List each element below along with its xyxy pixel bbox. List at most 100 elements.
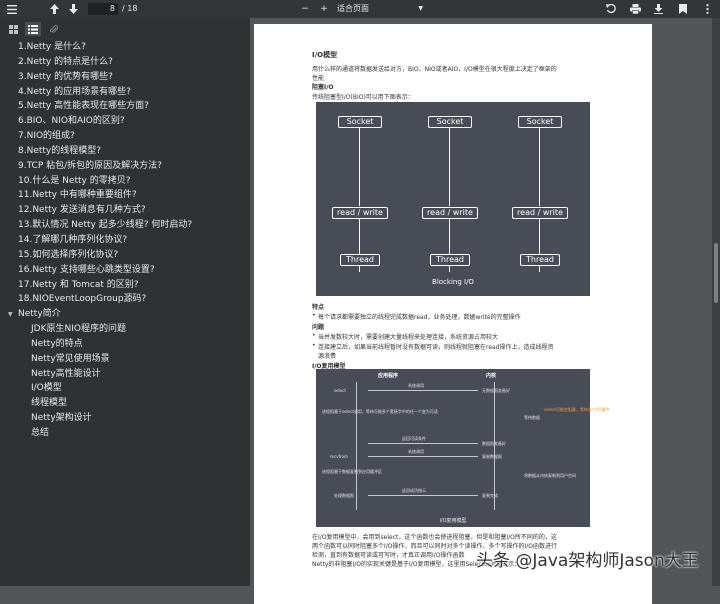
zoom-out-button[interactable]: − [298, 2, 312, 16]
sidebar: 1.Netty 是什么? 2.Netty 的特点是什么? 3.Netty 的优势… [0, 18, 250, 586]
outline-subitem[interactable]: Netty架构设计 [0, 411, 250, 426]
outline-tab-icon[interactable] [25, 22, 41, 36]
more-options-icon[interactable] [700, 2, 714, 16]
outline-item[interactable]: 6.BIO、NIO和AIO的区别? [0, 114, 250, 129]
outline-item[interactable]: 3.Netty 的优势有哪些? [0, 70, 250, 85]
outline-item-expanded[interactable]: ▼ Netty简介 [0, 307, 250, 322]
expand-triangle-icon[interactable]: ▼ [8, 308, 18, 323]
outline-item[interactable]: 5.Netty 高性能表现在哪些方面? [0, 99, 250, 114]
bullet-continuation: 源浪费 [318, 353, 337, 360]
scrollbar-thumb[interactable] [714, 243, 718, 303]
outline-item[interactable]: 1.Netty 是什么? [0, 40, 250, 55]
outline-item[interactable]: 12.Netty 发送消息有几种方式? [0, 203, 250, 218]
process-label: 处理数据报 [334, 493, 354, 498]
outline-item[interactable]: 7.NIO的组成? [0, 129, 250, 144]
diagram-caption: Blocking I/O [432, 278, 474, 286]
document-viewer[interactable]: I/O模型 用什么样的通道将数据发送给对方，BIO、NIO或者AIO，I/O模型… [250, 18, 720, 604]
document-outline: 1.Netty 是什么? 2.Netty 的特点是什么? 3.Netty 的优势… [0, 40, 250, 441]
outline-subitem[interactable]: Netty常见使用场景 [0, 352, 250, 367]
outline-item[interactable]: 2.Netty 的特点是什么? [0, 55, 250, 70]
arrow-line [368, 443, 478, 444]
diagram-caption: I/O复用模型 [439, 518, 467, 524]
highlight-note: select可能会阻塞，等待多个I/O事件 [544, 407, 610, 412]
watermark: 头条 @Java架构师Jason大王 [476, 551, 699, 571]
outline-item[interactable]: 8.Netty的线程模型? [0, 144, 250, 159]
outline-item[interactable]: 16.Netty 支持哪些心跳类型设置? [0, 263, 250, 278]
syscall-label: 系统调用 [408, 383, 424, 388]
outline-subitem[interactable]: 总结 [0, 426, 250, 441]
socket-box: Socket [428, 116, 472, 128]
block-note: 进程阻塞于数据复制到应用缓冲区 [322, 469, 382, 474]
wait-label: 等待数据 [524, 415, 540, 420]
outline-subitem[interactable]: JDK原生NIO程序的问题 [0, 322, 250, 337]
read-write-box: read / write [332, 207, 388, 219]
rotate-icon[interactable] [604, 2, 618, 16]
attachments-tab-icon[interactable] [45, 22, 61, 36]
outline-item[interactable]: 11.Netty 中有哪种重要组件? [0, 188, 250, 203]
zoom-in-button[interactable]: + [317, 2, 331, 16]
paragraph-line: 检测，直到有数据可读或可写时，才真正调用I/O操作函数 [312, 552, 465, 559]
next-page-icon[interactable] [66, 2, 80, 16]
pdf-toolbar: 8 / 18 − + 适合页面 ▼ [0, 0, 720, 18]
blocking-io-diagram: Socket Socket Socket read / write read /… [316, 102, 590, 296]
vertical-scrollbar[interactable] [712, 18, 720, 586]
menu-icon[interactable] [5, 2, 19, 16]
app-timeline [356, 382, 357, 510]
outline-item[interactable]: 17.Netty 和 Tomcat 的区别? [0, 278, 250, 293]
paragraph-line: 传统阻塞型I/O(BIO)可以用下图表示： [312, 94, 414, 101]
sidebar-tabs [0, 18, 250, 40]
kernel-column-label: 内核 [486, 373, 497, 379]
outline-item[interactable]: 13.默认情况 Netty 起多少线程? 何时启动? [0, 218, 250, 233]
subsection-heading: 特点 [312, 304, 325, 311]
outline-item-label: Netty简介 [18, 309, 61, 320]
io-multiplexing-diagram: 应用程序 内核 select 系统调用 无数据报准备好 进程阻塞于select调… [316, 369, 610, 527]
page-number-input[interactable]: 8 [88, 3, 118, 15]
paragraph-line: 在I/O复用模型中，会用到select，这个函数也会使进程阻塞，但是和阻塞I/O… [312, 534, 557, 541]
print-icon[interactable] [628, 2, 642, 16]
outline-item[interactable]: 4.Netty 的应用场景有哪些? [0, 85, 250, 100]
copy-label: 将数据从内核复制到用户空间 [524, 473, 576, 478]
bullet-item: 每个请求都需要独立的线程完成数据read，业务处理，数据write的完整操作 [312, 312, 521, 321]
subsection-heading: 问题 [312, 324, 325, 331]
outline-item[interactable]: 14.了解哪几种序列化协议? [0, 233, 250, 248]
return-label: 返回可读条件 [402, 436, 426, 441]
arrow-line [368, 390, 478, 391]
download-icon[interactable] [651, 2, 665, 16]
outline-subitem[interactable]: I/O模型 [0, 381, 250, 396]
connector-line [449, 126, 450, 206]
outline-subitem[interactable]: Netty的特点 [0, 337, 250, 352]
read-write-box: read / write [422, 207, 478, 219]
block-note: 进程阻塞于select调用，等待可能多个套接字中的任一个变为可读 [322, 409, 438, 414]
read-write-box: read / write [512, 207, 568, 219]
bullet-item: 连接建立后，如果当前线程暂时没有数据可读，则线程就阻塞在read操作上，造成线程… [312, 342, 554, 351]
recvfrom-label: recvfrom [330, 454, 348, 459]
zoom-select[interactable]: 适合页面 ▼ [337, 3, 425, 15]
select-label: select [334, 388, 346, 393]
outline-item[interactable]: 10.什么是 Netty 的零拷贝? [0, 174, 250, 189]
previous-page-icon[interactable] [47, 2, 61, 16]
thumbnails-tab-icon[interactable] [5, 22, 21, 36]
zoom-select-label: 适合页面 [337, 4, 369, 13]
kernel-state: 复制数据报 [482, 454, 502, 459]
outline-item[interactable]: 9.TCP 粘包/拆包的原因及解决方法? [0, 159, 250, 174]
kernel-state: 数据报准备好 [482, 441, 506, 446]
outline-subitem[interactable]: 线程模型 [0, 396, 250, 411]
section-heading: I/O模型 [312, 51, 338, 59]
outline-item[interactable]: 18.NIOEventLoopGroup源码? [0, 292, 250, 307]
thread-box: Thread [520, 254, 560, 266]
bookmark-icon[interactable] [676, 2, 690, 16]
paragraph-line: 用什么样的通道将数据发送给对方，BIO、NIO或者AIO，I/O模型在很大程度上… [312, 66, 557, 73]
bullet-item: 当并发数较大时，需要创建大量线程来处理连接，系统资源占用较大 [312, 332, 498, 341]
page-total: / 18 [122, 4, 138, 13]
arrow-line [368, 456, 478, 457]
socket-box: Socket [338, 116, 382, 128]
subsection-heading: 阻塞I/O [312, 84, 334, 91]
app-column-label: 应用程序 [378, 373, 399, 379]
outline-subitem[interactable]: Netty高性能设计 [0, 367, 250, 382]
arrow-line [368, 495, 478, 496]
kernel-state: 复制完成 [482, 493, 498, 498]
pdf-page: I/O模型 用什么样的通道将数据发送给对方，BIO、NIO或者AIO，I/O模型… [254, 24, 652, 604]
return-label: 返回成功指示 [402, 488, 426, 493]
outline-item[interactable]: 15.如何选择序列化协议? [0, 248, 250, 263]
chevron-down-icon: ▼ [418, 5, 423, 12]
